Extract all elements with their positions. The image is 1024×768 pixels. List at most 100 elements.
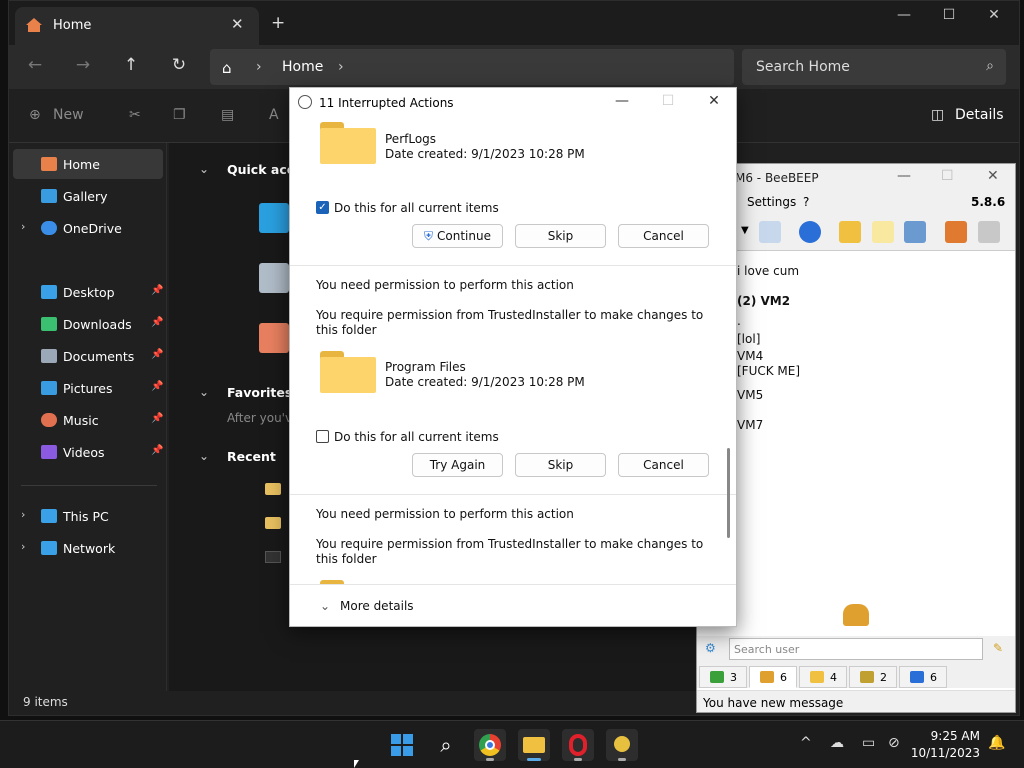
close-icon[interactable]: ✕ <box>702 93 726 109</box>
videos-icon <box>41 445 57 459</box>
minimize-icon[interactable]: — <box>897 168 911 184</box>
expand-chevron-icon[interactable]: › <box>21 220 25 233</box>
expand-chevron-icon[interactable]: › <box>21 540 25 553</box>
cut-icon[interactable]: ✂ <box>129 107 141 123</box>
chevron-down-icon[interactable]: ⌄ <box>320 599 330 613</box>
sidebar-item-pictures[interactable]: Pictures 📌 <box>13 373 163 403</box>
apply-all-checkbox[interactable] <box>316 430 329 443</box>
chrome-icon[interactable] <box>474 729 506 761</box>
tab-close-icon[interactable]: ✕ <box>231 15 244 33</box>
chevron-up-icon[interactable]: ^ <box>800 735 812 751</box>
settings-icon[interactable]: ⚙ <box>705 641 716 655</box>
clock-time[interactable]: 9:25 AM <box>920 729 980 743</box>
collapse-chevron-icon[interactable]: ⌄ <box>199 449 209 463</box>
skip-button[interactable]: Skip <box>515 224 606 248</box>
expand-chevron-icon[interactable]: › <box>21 508 25 521</box>
apply-all-label[interactable]: Do this for all current items <box>334 201 499 215</box>
apply-all-checkbox[interactable]: ✓ <box>316 201 329 214</box>
pin-icon: 📌 <box>151 317 164 328</box>
forward-icon[interactable]: → <box>71 55 95 79</box>
favorites-header[interactable]: Favorites <box>227 385 292 400</box>
documents-thumbnail[interactable] <box>259 263 289 293</box>
close-icon[interactable]: ✕ <box>987 168 999 184</box>
new-icon[interactable]: ⊕ <box>29 107 41 123</box>
message-icon[interactable] <box>839 221 861 243</box>
recent-folder-icon[interactable] <box>265 483 281 495</box>
recent-file-icon[interactable] <box>265 551 281 563</box>
maximize-icon[interactable]: ☐ <box>656 93 680 109</box>
minimize-icon[interactable]: — <box>889 7 919 23</box>
skip-button[interactable]: Skip <box>515 453 606 477</box>
network-icon[interactable] <box>799 221 821 243</box>
tab-users[interactable]: 6 <box>749 666 797 688</box>
details-icon[interactable]: ◫ <box>931 107 944 123</box>
collapse-chevron-icon[interactable]: ⌄ <box>199 385 209 399</box>
sidebar-item-onedrive[interactable]: › OneDrive <box>13 213 163 243</box>
sidebar-item-videos[interactable]: Videos 📌 <box>13 437 163 467</box>
network-status-icon[interactable]: ⊘ <box>888 735 900 751</box>
sidebar-item-documents[interactable]: Documents 📌 <box>13 341 163 371</box>
start-button[interactable] <box>386 729 418 761</box>
close-icon[interactable]: ✕ <box>979 7 1009 23</box>
recent-header[interactable]: Recent <box>227 449 276 464</box>
collapse-chevron-icon[interactable]: ⌄ <box>199 162 209 176</box>
display-icon[interactable]: ▭ <box>862 735 875 751</box>
folder-thumbnail[interactable] <box>259 203 289 233</box>
tab-messages[interactable]: 4 <box>799 666 847 688</box>
breadcrumb-chevron-icon[interactable]: › <box>338 59 344 75</box>
details-button[interactable]: Details <box>955 107 1004 123</box>
refresh-icon[interactable]: ↻ <box>167 55 191 79</box>
trash-icon[interactable] <box>978 221 1000 243</box>
beebeep-window: M6 - BeeBEEP — ☐ ✕ Settings ? 5.8.6 ▼ i … <box>696 163 1016 713</box>
cancel-button[interactable]: Cancel <box>618 224 709 248</box>
tab-chats[interactable]: 3 <box>699 666 747 688</box>
note-icon[interactable] <box>872 221 894 243</box>
apply-all-label[interactable]: Do this for all current items <box>334 430 499 444</box>
beebeep-icon[interactable] <box>606 729 638 761</box>
maximize-icon[interactable]: ☐ <box>941 168 954 184</box>
cloud-sync-icon[interactable]: ☁ <box>830 735 844 751</box>
scrollbar[interactable] <box>727 448 730 538</box>
clear-search-icon[interactable]: ✎ <box>993 641 1003 655</box>
cancel-button[interactable]: Cancel <box>618 453 709 477</box>
minimize-icon[interactable]: — <box>610 93 634 109</box>
rename-icon[interactable]: A <box>269 107 279 123</box>
menu-help[interactable]: ? <box>803 195 809 209</box>
notification-bell-icon[interactable]: 🔔 <box>988 735 1005 751</box>
opera-icon[interactable] <box>562 729 594 761</box>
edit-icon[interactable] <box>759 221 781 243</box>
maximize-icon[interactable]: ☐ <box>934 7 964 23</box>
tab-groups[interactable]: 2 <box>849 666 897 688</box>
search-user-input[interactable]: Search user <box>729 638 983 660</box>
breadcrumb-home[interactable]: Home <box>282 59 323 75</box>
share-icon[interactable] <box>945 221 967 243</box>
sidebar-item-this-pc[interactable]: › This PC <box>13 501 163 531</box>
try-again-button[interactable]: Try Again <box>412 453 503 477</box>
sidebar-item-home[interactable]: Home <box>13 149 163 179</box>
back-icon[interactable]: ← <box>23 55 47 79</box>
tools-icon[interactable] <box>904 221 926 243</box>
address-bar[interactable]: ⌂ › Home › <box>210 49 734 85</box>
copy-icon[interactable]: ❐ <box>173 107 186 123</box>
tab-home[interactable]: Home ✕ <box>15 7 259 45</box>
more-details-link[interactable]: More details <box>340 599 414 613</box>
dropdown-arrow-icon[interactable]: ▼ <box>741 225 749 236</box>
clock-date[interactable]: 10/11/2023 <box>906 746 980 760</box>
file-explorer-icon[interactable] <box>518 729 550 761</box>
up-icon[interactable]: ↑ <box>119 55 143 79</box>
sidebar-item-music[interactable]: Music 📌 <box>13 405 163 435</box>
continue-button[interactable]: ⛨ Continue <box>412 224 503 248</box>
new-tab-button[interactable]: + <box>271 13 285 33</box>
sidebar-item-gallery[interactable]: Gallery <box>13 181 163 211</box>
recent-folder-icon[interactable] <box>265 517 281 529</box>
search-icon[interactable]: ⌕ <box>430 729 462 761</box>
new-button[interactable]: New <box>53 107 84 123</box>
music-thumbnail[interactable] <box>259 323 289 353</box>
sidebar-item-network[interactable]: › Network <box>13 533 163 563</box>
paste-icon[interactable]: ▤ <box>221 107 234 123</box>
sidebar-item-desktop[interactable]: Desktop 📌 <box>13 277 163 307</box>
search-box[interactable]: Search Home ⌕ <box>742 49 1006 85</box>
tab-shares[interactable]: 6 <box>899 666 947 688</box>
menu-settings[interactable]: Settings <box>747 195 796 209</box>
sidebar-item-downloads[interactable]: Downloads 📌 <box>13 309 163 339</box>
